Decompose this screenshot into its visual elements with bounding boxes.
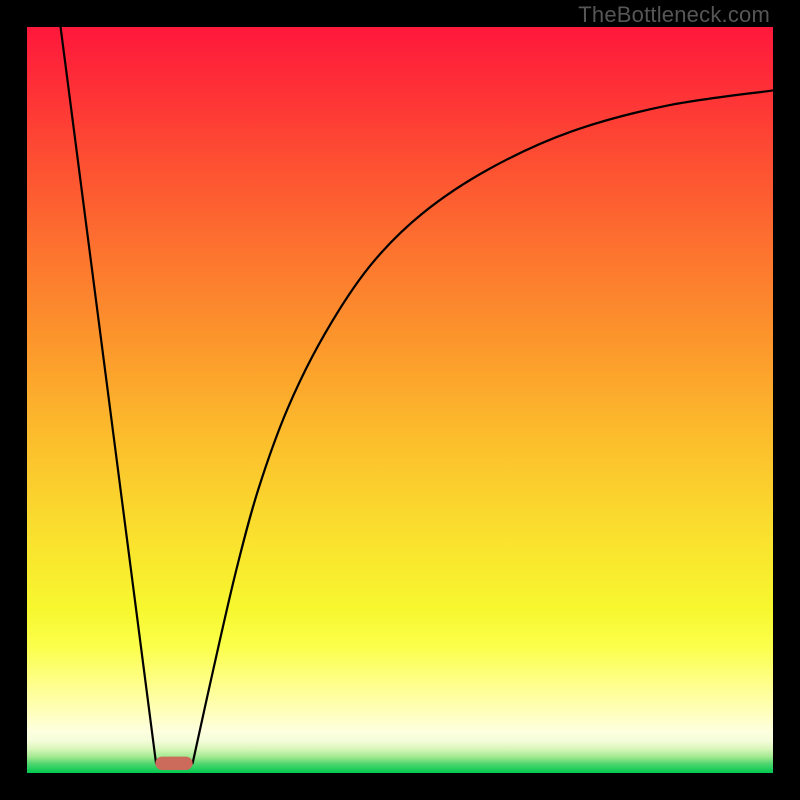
gradient-background (27, 27, 773, 773)
watermark-text: TheBottleneck.com (578, 2, 770, 28)
minimum-marker (155, 757, 192, 770)
chart-frame (27, 27, 773, 773)
bottleneck-chart (27, 27, 773, 773)
